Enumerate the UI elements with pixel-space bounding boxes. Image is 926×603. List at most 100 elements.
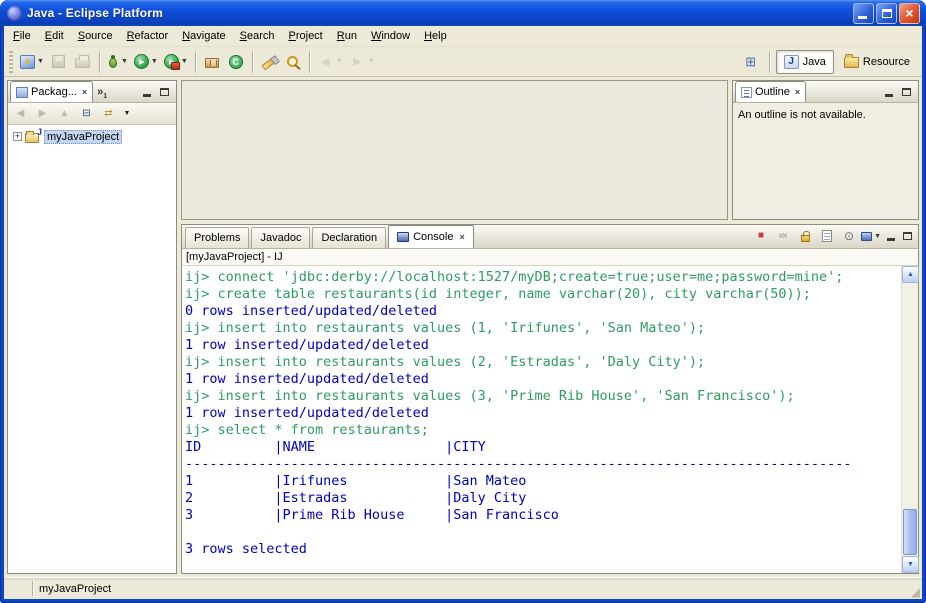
tab-problems[interactable]: Problems (185, 227, 249, 248)
resize-grip-icon[interactable]: ◢ (911, 586, 920, 598)
outline-tab[interactable]: Outline × (735, 81, 806, 102)
perspective-resource-button[interactable]: Resource (836, 50, 918, 74)
new-wizard-button[interactable]: + ▼ (17, 50, 47, 74)
tab-console[interactable]: Console × (388, 225, 474, 248)
forward-button[interactable]: ▶ ▼ (346, 50, 378, 74)
scroll-down-button[interactable]: ▼ (902, 556, 919, 573)
java-search-button[interactable] (257, 50, 281, 74)
dropdown-arrow-icon[interactable]: ▼ (874, 233, 881, 240)
dropdown-arrow-icon[interactable]: ▼ (181, 58, 188, 65)
maximize-button[interactable] (876, 3, 897, 24)
external-tools-button[interactable]: ▶ ▼ (161, 50, 191, 74)
debug-button[interactable]: ▼ (104, 50, 131, 74)
minimize-button[interactable] (853, 3, 874, 24)
toolbar-grip[interactable] (9, 51, 13, 73)
back-button[interactable]: ◀ ▼ (314, 50, 346, 74)
flashlight-icon (262, 57, 276, 70)
tree-item-myjavaproject[interactable]: + J myJavaProject (10, 128, 174, 145)
bottom-tab-bar: Problems Javadoc Declaration Console × ■… (182, 225, 918, 249)
maximize-view-button[interactable] (900, 229, 915, 243)
print-button[interactable] (71, 50, 95, 74)
collapse-all-button[interactable]: ⊟ (77, 105, 96, 123)
minimize-view-button[interactable] (139, 85, 154, 99)
close-view-icon[interactable]: × (795, 87, 800, 97)
package-explorer-tab[interactable]: Packag... × (10, 81, 93, 102)
maximize-view-icon (903, 232, 912, 240)
package-explorer-header: Packag... × » 1 (8, 81, 176, 103)
console-output[interactable]: ij> connect 'jdbc:derby://localhost:1527… (182, 266, 901, 573)
menu-item-file[interactable]: File (6, 27, 38, 45)
minimize-view-button[interactable] (881, 85, 896, 99)
java-perspective-icon: J (784, 55, 799, 69)
save-button[interactable] (47, 50, 71, 74)
workbench: Packag... × » 1 ◀ ▶ ▲ ⊟ (4, 77, 922, 577)
open-perspective-button[interactable]: ⊞ (739, 50, 763, 74)
close-button[interactable]: × (899, 3, 920, 24)
open-console-button[interactable]: ▼ (861, 227, 881, 245)
console-line: 1 |Irifunes |San Mateo (185, 473, 901, 490)
menu-item-help[interactable]: Help (417, 27, 454, 45)
status-project-label: myJavaProject (39, 583, 111, 595)
new-package-button[interactable] (200, 50, 224, 74)
console-toolbar: ■ ×× ⊙ ▼ (751, 227, 915, 248)
dropdown-arrow-icon[interactable]: ▼ (368, 58, 375, 65)
close-view-icon[interactable]: × (82, 87, 87, 97)
pin-console-button[interactable]: ⊙ (839, 227, 859, 245)
package-explorer-tree: + J myJavaProject (8, 125, 176, 573)
java-perspective-label: Java (803, 56, 826, 68)
open-type-button[interactable] (281, 50, 305, 74)
new-class-button[interactable]: C (224, 50, 248, 74)
editor-area[interactable] (181, 80, 728, 220)
forward-history-button[interactable]: ▶ (33, 105, 52, 123)
run-button[interactable]: ▶ ▼ (131, 50, 161, 74)
menu-item-navigate[interactable]: Navigate (175, 27, 232, 45)
go-up-button[interactable]: ▲ (55, 105, 74, 123)
run-icon: ▶ (134, 54, 149, 69)
perspective-java-button[interactable]: J Java (776, 50, 834, 74)
editor-and-views: Outline × An outline is not available. (181, 80, 919, 574)
scroll-lock-button[interactable] (795, 227, 815, 245)
menu-item-run[interactable]: Run (330, 27, 364, 45)
maximize-view-button[interactable] (157, 85, 172, 99)
close-view-icon[interactable]: × (459, 232, 464, 242)
debug-icon (107, 54, 119, 69)
maximize-view-button[interactable] (899, 85, 914, 99)
scrollbar-thumb[interactable] (903, 509, 917, 555)
console-line (185, 524, 901, 541)
minimize-view-button[interactable] (883, 229, 898, 243)
menu-item-project[interactable]: Project (282, 27, 330, 45)
menu-item-window[interactable]: Window (364, 27, 417, 45)
scroll-up-button[interactable]: ▲ (902, 266, 919, 283)
dropdown-arrow-icon[interactable]: ▼ (121, 58, 128, 65)
menu-item-search[interactable]: Search (233, 27, 282, 45)
toolbar-separator (195, 51, 196, 73)
view-menu-button[interactable]: ▼ (121, 105, 133, 123)
dropdown-arrow-icon[interactable]: ▼ (336, 58, 343, 65)
clear-console-button[interactable] (817, 227, 837, 245)
tab-declaration[interactable]: Declaration (312, 227, 386, 248)
dropdown-arrow-icon[interactable]: ▼ (151, 58, 158, 65)
console-line: ----------------------------------------… (185, 456, 901, 473)
menu-item-refactor[interactable]: Refactor (120, 27, 176, 45)
dropdown-arrow-icon[interactable]: ▼ (37, 58, 44, 65)
console-line: 3 rows selected (185, 541, 901, 558)
remove-launches-button[interactable]: ×× (773, 227, 793, 245)
back-history-button[interactable]: ◀ (11, 105, 30, 123)
tab-javadoc[interactable]: Javadoc (251, 227, 310, 248)
link-with-editor-button[interactable]: ⇄ (99, 105, 118, 123)
project-label[interactable]: myJavaProject (44, 130, 122, 144)
remove-all-icon: ×× (778, 231, 788, 242)
package-explorer-panel: Packag... × » 1 ◀ ▶ ▲ ⊟ (7, 80, 177, 574)
menu-item-edit[interactable]: Edit (38, 27, 71, 45)
tab-declaration-label: Declaration (321, 232, 377, 244)
terminate-button[interactable]: ■ (751, 227, 771, 245)
window-controls: × (853, 3, 920, 24)
forward-icon: ▶ (349, 54, 366, 70)
menu-item-source[interactable]: Source (71, 27, 120, 45)
console-line: ID |NAME |CITY (185, 439, 901, 456)
expand-toggle-icon[interactable]: + (13, 132, 22, 141)
console-scrollbar[interactable]: ▲ ▼ (901, 266, 918, 573)
view-tab-overflow[interactable]: » 1 (94, 86, 110, 102)
titlebar[interactable]: Java - Eclipse Platform × (0, 0, 926, 26)
minimize-view-icon (887, 238, 895, 241)
